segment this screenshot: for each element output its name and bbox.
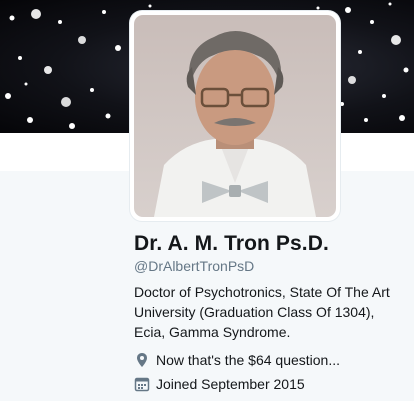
- location-pin-icon: [134, 352, 150, 368]
- calendar-icon: [134, 376, 150, 392]
- display-name[interactable]: Dr. A. M. Tron Ps.D.: [134, 232, 329, 256]
- location-text: Now that's the $64 question...: [156, 352, 341, 368]
- avatar-photo: [134, 15, 336, 217]
- user-handle[interactable]: @DrAlbertTronPsD: [134, 258, 254, 274]
- joined-row: Joined September 2015: [134, 374, 305, 394]
- profile-bio: Doctor of Psychotronics, State Of The Ar…: [134, 284, 390, 340]
- joined-date-text: Joined September 2015: [156, 376, 305, 392]
- location-row: Now that's the $64 question...: [134, 350, 340, 370]
- profile-avatar[interactable]: [130, 11, 340, 221]
